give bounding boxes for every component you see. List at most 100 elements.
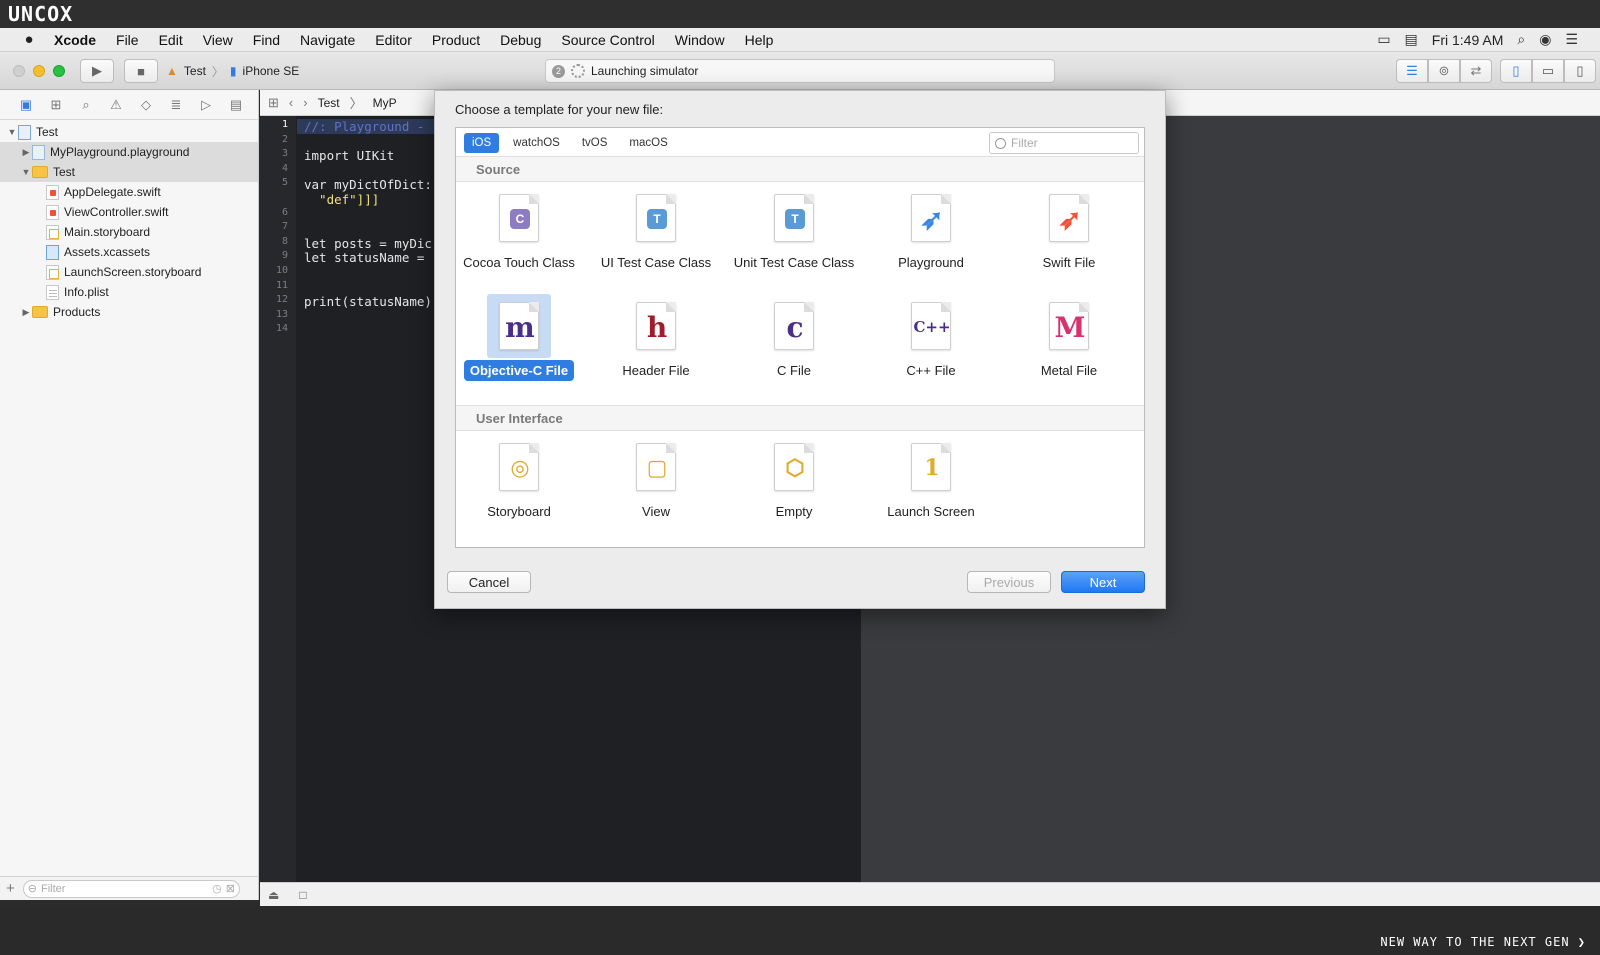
file-tree-row[interactable]: Assets.xcassets — [0, 242, 258, 262]
add-file-icon[interactable]: + — [6, 880, 15, 897]
c-file-icon: c — [775, 303, 815, 351]
filter-icon: ⊖ — [27, 883, 37, 895]
template-view-template[interactable]: ▢ View — [586, 443, 726, 520]
code-line[interactable]: var myDictOfDict: — [304, 177, 432, 192]
disclosure-closed-icon[interactable]: ▶ — [20, 147, 32, 158]
template-swift[interactable]: ➶ Swift File — [999, 194, 1139, 271]
jumpbar-crumb-project[interactable]: Test — [318, 96, 340, 110]
console-toggle-icon[interactable]: □ — [299, 888, 306, 902]
template-objc-file[interactable]: m Objective-C File — [449, 294, 589, 381]
menu-edit[interactable]: Edit — [149, 32, 193, 48]
view-template-icon: ▢ — [637, 444, 677, 492]
issue-navigator-icon[interactable]: ⚠ — [102, 97, 130, 113]
project-navigator-icon[interactable]: ▣ — [12, 97, 40, 113]
find-navigator-icon[interactable]: ⌕ — [72, 97, 100, 113]
window-minimize-button[interactable] — [33, 65, 45, 77]
menu-navigate[interactable]: Navigate — [290, 32, 365, 48]
back-arrow-icon[interactable]: ‹ — [289, 95, 293, 110]
version-editor-icon[interactable]: ⇄ — [1460, 59, 1492, 83]
next-button[interactable]: Next — [1061, 571, 1145, 593]
file-tree-row[interactable]: Main.storyboard — [0, 222, 258, 242]
code-line[interactable]: import UIKit — [304, 148, 394, 163]
navigator-filter-field[interactable]: ⊖ Filter ◷ ⊠ — [22, 879, 240, 898]
utilities-toggle-icon[interactable]: ▯ — [1564, 59, 1596, 83]
file-tree-row[interactable]: ViewController.swift — [0, 202, 258, 222]
file-tree-row[interactable]: ▼ Test — [0, 122, 258, 142]
jumpbar-crumb-file[interactable]: MyP — [373, 96, 397, 110]
report-navigator-icon[interactable]: ▤ — [222, 97, 250, 113]
debug-navigator-icon[interactable]: ≣ — [162, 97, 190, 113]
recent-files-icon[interactable]: ◷ — [212, 882, 222, 895]
apple-menu-icon[interactable]: ● — [14, 31, 44, 48]
template-empty-template[interactable]: ⬡ Empty — [724, 443, 864, 520]
related-items-icon[interactable]: ⊞ — [268, 95, 279, 111]
forward-arrow-icon[interactable]: › — [303, 95, 307, 110]
disclosure-open-icon[interactable]: ▼ — [20, 167, 32, 177]
hide-debug-area-icon[interactable]: ⏏ — [268, 888, 279, 902]
file-tree-row[interactable]: AppDelegate.swift — [0, 182, 258, 202]
menu-product[interactable]: Product — [422, 32, 490, 48]
window-close-button[interactable] — [13, 65, 25, 77]
tab-platform-watchos[interactable]: watchOS — [505, 133, 568, 153]
tab-platform-tvos[interactable]: tvOS — [574, 133, 616, 153]
template-cpp-file[interactable]: C++ C++ File — [861, 302, 1001, 379]
template-storyboard-template[interactable]: ◎ Storyboard — [449, 443, 589, 520]
scm-filter-icon[interactable]: ⊠ — [226, 882, 235, 895]
menu-editor[interactable]: Editor — [365, 32, 422, 48]
standard-editor-icon[interactable]: ☰ — [1396, 59, 1428, 83]
code-line[interactable]: let statusName = — [304, 250, 424, 265]
disclosure-closed-icon[interactable]: ▶ — [20, 307, 32, 318]
file-tree-row[interactable]: ▼ Test — [0, 162, 258, 182]
code-line[interactable]: let posts = myDic — [304, 236, 432, 251]
breakpoint-navigator-icon[interactable]: ▷ — [192, 97, 220, 113]
cancel-button[interactable]: Cancel — [447, 571, 531, 593]
menu-view[interactable]: View — [193, 32, 243, 48]
test-navigator-icon[interactable]: ◇ — [132, 97, 160, 113]
file-tree-row[interactable]: LaunchScreen.storyboard — [0, 262, 258, 282]
template-unit-test-case[interactable]: T Unit Test Case Class — [724, 194, 864, 271]
spotlight-search-icon[interactable]: ⌕ — [1517, 31, 1525, 48]
activity-spinner-icon — [571, 64, 585, 78]
us-flag-icon[interactable]: ▤ — [1405, 31, 1418, 48]
tab-platform-macos[interactable]: macOS — [621, 133, 675, 153]
file-tree-row[interactable]: ▶ Products — [0, 302, 258, 322]
notification-center-icon[interactable]: ☰ — [1565, 31, 1578, 48]
menu-clock[interactable]: Fri 1:49 AM — [1432, 32, 1504, 48]
debug-area-toggle-icon[interactable]: ▭ — [1532, 59, 1564, 83]
previous-button[interactable]: Previous — [967, 571, 1051, 593]
file-tree-row[interactable]: Info.plist — [0, 282, 258, 302]
disclosure-open-icon[interactable]: ▼ — [6, 127, 18, 137]
scheme-selector[interactable]: ▲ Test 〉 ▮ iPhone SE — [166, 60, 299, 82]
template-cocoa-touch-class[interactable]: C Cocoa Touch Class — [449, 194, 589, 271]
siri-icon[interactable]: ◉ — [1539, 31, 1551, 48]
template-filter-field[interactable]: Filter — [989, 132, 1139, 154]
template-header-file[interactable]: h Header File — [586, 302, 726, 379]
menu-app-name[interactable]: Xcode — [44, 32, 106, 48]
source-control-navigator-icon[interactable]: ⊞ — [42, 97, 70, 113]
template-launch-screen[interactable]: 1 Launch Screen — [861, 443, 1001, 520]
menu-window[interactable]: Window — [665, 32, 735, 48]
line-number: 12 — [275, 294, 288, 306]
template-label-text: Swift File — [1042, 255, 1096, 270]
template-label: View — [586, 503, 726, 520]
file-tree-row[interactable]: ▶ MyPlayground.playground — [0, 142, 258, 162]
menu-debug[interactable]: Debug — [490, 32, 551, 48]
code-line[interactable]: print(statusName) — [304, 294, 432, 309]
display-mirror-icon[interactable]: ▭ — [1377, 31, 1390, 48]
navigator-toggle-icon[interactable]: ▯ — [1500, 59, 1532, 83]
menu-source-control[interactable]: Source Control — [551, 32, 664, 48]
window-zoom-button[interactable] — [53, 65, 65, 77]
template-ui-test-case[interactable]: T UI Test Case Class — [586, 194, 726, 271]
tab-platform-ios[interactable]: iOS — [464, 133, 500, 153]
menu-file[interactable]: File — [106, 32, 149, 48]
menu-find[interactable]: Find — [243, 32, 290, 48]
stop-button[interactable]: ■ — [124, 59, 158, 83]
view-toggle-segment: ▯ ▭ ▯ — [1500, 59, 1596, 83]
assistant-editor-icon[interactable]: ⊚ — [1428, 59, 1460, 83]
code-line[interactable]: "def"]]] — [304, 192, 379, 207]
template-c-file[interactable]: c C File — [724, 302, 864, 379]
template-metal-file[interactable]: M Metal File — [999, 302, 1139, 379]
run-button[interactable]: ▶ — [80, 59, 114, 83]
template-playground-swift[interactable]: ➶ Playground — [861, 194, 1001, 271]
menu-help[interactable]: Help — [735, 32, 784, 48]
